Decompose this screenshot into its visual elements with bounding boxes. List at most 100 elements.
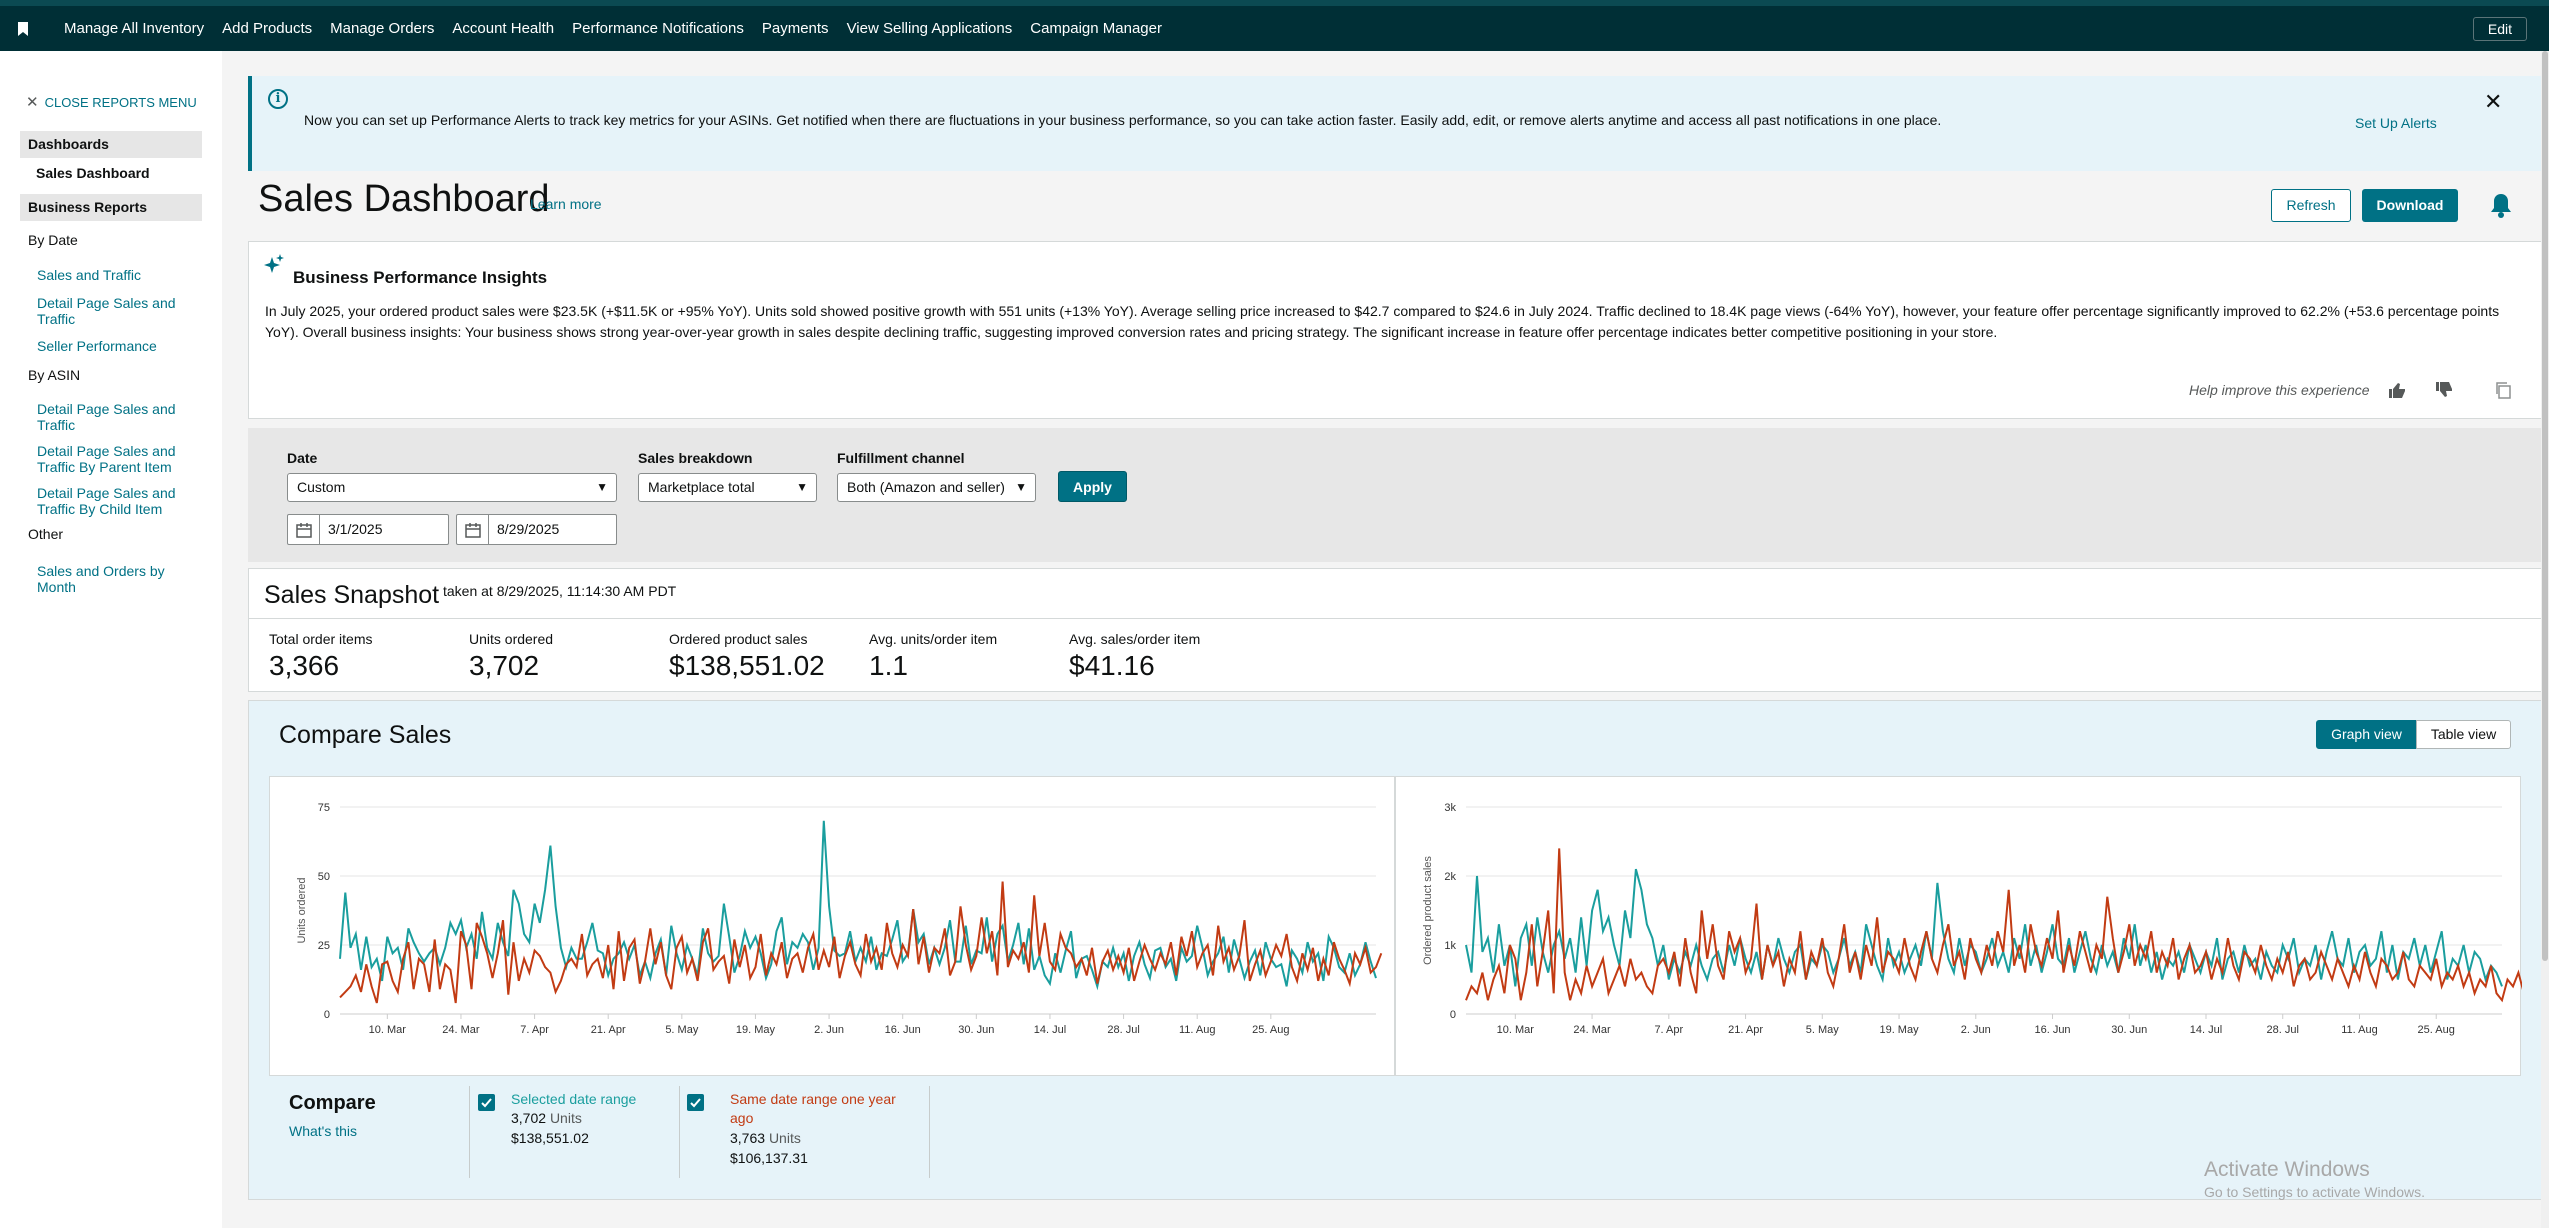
table-view-toggle[interactable]: Table view xyxy=(2416,720,2511,749)
units-ordered-chart-panel: 0 25 50 75 Units ordered 10. Mar 24. Mar 7. Apr… xyxy=(269,776,1395,1076)
compare-legend-title: Compare xyxy=(289,1092,376,1114)
prior-range-checkbox[interactable] xyxy=(687,1094,704,1111)
business-insights-card: Business Performance Insights In July 20… xyxy=(248,241,2543,419)
thumbs-up-icon[interactable] xyxy=(2388,381,2406,399)
calendar-icon[interactable] xyxy=(457,515,489,544)
sidebar-link-detail-page-sales-traffic[interactable]: Detail Page Sales and Traffic xyxy=(37,295,187,327)
metric-avg-units-per-order: Avg. units/order item 1.1 xyxy=(869,631,997,682)
sidebar-link-sales-orders-month[interactable]: Sales and Orders by Month xyxy=(37,563,187,595)
metric-total-order-items: Total order items 3,366 xyxy=(269,631,372,682)
x-tick-label: 21. Apr xyxy=(591,1024,626,1036)
fulfillment-channel-value: Both (Amazon and seller) xyxy=(847,479,1005,495)
set-up-alerts-link[interactable]: Set Up Alerts xyxy=(2355,115,2437,131)
y-tick-label: 0 xyxy=(1450,1009,1456,1021)
sidebar-link-asin-child-item[interactable]: Detail Page Sales and Traffic By Child I… xyxy=(37,485,187,517)
metric-avg-sales-per-order: Avg. sales/order item $41.16 xyxy=(1069,631,1200,682)
insights-body: In July 2025, your ordered product sales… xyxy=(265,303,2500,340)
nav-view-selling-applications[interactable]: View Selling Applications xyxy=(847,20,1013,37)
bookmark-icon[interactable] xyxy=(18,22,28,36)
thumbs-down-icon[interactable] xyxy=(2435,381,2453,399)
nav-manage-inventory[interactable]: Manage All Inventory xyxy=(64,20,204,37)
y-tick-label: 25 xyxy=(318,940,330,952)
units-word: Units xyxy=(768,1130,801,1146)
end-date-value: 8/29/2025 xyxy=(497,521,560,537)
sidebar-link-seller-performance[interactable]: Seller Performance xyxy=(37,338,187,354)
metric-value: 1.1 xyxy=(869,650,908,681)
sidebar-item-sales-dashboard[interactable]: Sales Dashboard xyxy=(36,165,150,181)
y-tick-label: 75 xyxy=(318,802,330,814)
x-tick-label: 7. Apr xyxy=(1654,1024,1683,1036)
graph-view-toggle[interactable]: Graph view xyxy=(2316,720,2417,749)
close-reports-menu-label: CLOSE REPORTS MENU xyxy=(44,95,197,110)
help-improve-text: Help improve this experience xyxy=(2189,382,2370,398)
fulfillment-channel-select[interactable]: Both (Amazon and seller) ▼ xyxy=(837,473,1036,502)
date-filter-label: Date xyxy=(287,450,318,466)
nav-performance-notifications[interactable]: Performance Notifications xyxy=(572,20,744,37)
sidebar-link-asin-parent-item[interactable]: Detail Page Sales and Traffic By Parent … xyxy=(37,443,187,475)
edit-nav-button[interactable]: Edit xyxy=(2472,17,2527,41)
sales-breakdown-value: Marketplace total xyxy=(648,479,755,495)
sidebar-group-by-date: By Date xyxy=(28,232,78,248)
x-tick-label: 21. Apr xyxy=(1728,1024,1763,1036)
y-tick-label: 1k xyxy=(1444,940,1456,952)
apply-button[interactable]: Apply xyxy=(1058,471,1127,502)
nav-payments[interactable]: Payments xyxy=(762,20,829,37)
snapshot-header: Sales Snapshot taken at 8/29/2025, 11:14… xyxy=(249,569,2542,619)
ordered-sales-chart-panel: 0 1k 2k 3k Ordered product sales 10. Mar 24. M… xyxy=(1395,776,2522,1076)
metric-label: Avg. sales/order item xyxy=(1069,631,1201,647)
whats-this-link[interactable]: What's this xyxy=(289,1123,357,1139)
x-tick-label: 10. Mar xyxy=(1497,1024,1535,1036)
nav-account-health[interactable]: Account Health xyxy=(452,20,554,37)
x-tick-label: 30. Jun xyxy=(2111,1024,2147,1036)
nav-manage-orders[interactable]: Manage Orders xyxy=(330,20,434,37)
info-icon: i xyxy=(268,89,288,109)
selected-range-units: 3,702 Units xyxy=(511,1110,582,1126)
refresh-button[interactable]: Refresh xyxy=(2271,189,2351,222)
scrollbar-thumb[interactable] xyxy=(2542,51,2548,961)
x-tick-label: 28. Jul xyxy=(1107,1024,1139,1036)
metric-value: $41.16 xyxy=(1069,650,1155,681)
learn-more-link[interactable]: Learn more xyxy=(530,196,602,212)
selected-range-checkbox[interactable] xyxy=(478,1094,495,1111)
performance-alert-banner: i Now you can set up Performance Alerts … xyxy=(248,76,2543,171)
insights-title: Business Performance Insights xyxy=(293,268,548,287)
x-tick-label: 24. Mar xyxy=(1573,1024,1611,1036)
download-button[interactable]: Download xyxy=(2362,189,2458,222)
x-tick-label: 28. Jul xyxy=(2267,1024,2299,1036)
series-line-selected xyxy=(1465,868,2503,987)
sidebar-link-asin-detail-page[interactable]: Detail Page Sales and Traffic xyxy=(37,401,187,433)
compare-sales-card: Compare Sales Graph view Table view 0 25 5… xyxy=(248,700,2543,1200)
units-word: Units xyxy=(549,1110,582,1126)
close-icon: ✕ xyxy=(26,94,39,111)
x-tick-label: 24. Mar xyxy=(442,1024,480,1036)
sales-breakdown-select[interactable]: Marketplace total ▼ xyxy=(638,473,817,502)
end-date-field[interactable]: 8/29/2025 xyxy=(456,514,617,545)
divider xyxy=(929,1086,930,1178)
top-navigation-bar: Manage All Inventory Add Products Manage… xyxy=(0,0,2549,51)
date-range-value: Custom xyxy=(297,479,346,495)
activate-windows-watermark: Activate Windows xyxy=(2204,1158,2370,1181)
selected-units-value: 3,702 xyxy=(511,1110,547,1126)
prior-range-units: 3,763 Units xyxy=(730,1130,801,1146)
x-tick-label: 30. Jun xyxy=(958,1024,994,1036)
start-date-field[interactable]: 3/1/2025 xyxy=(287,514,449,545)
x-tick-label: 16. Jun xyxy=(885,1024,921,1036)
close-reports-menu-link[interactable]: ✕ CLOSE REPORTS MENU xyxy=(26,93,197,111)
sidebar-link-sales-and-traffic[interactable]: Sales and Traffic xyxy=(37,267,187,283)
calendar-icon[interactable] xyxy=(288,515,320,544)
y-tick-label: 2k xyxy=(1444,871,1456,883)
selected-range-sales: $138,551.02 xyxy=(511,1130,589,1146)
top-nav-menu: Manage All Inventory Add Products Manage… xyxy=(64,20,1162,37)
date-range-select[interactable]: Custom ▼ xyxy=(287,473,617,502)
sidebar-group-other: Other xyxy=(28,526,64,542)
x-tick-label: 2. Jun xyxy=(1961,1024,1991,1036)
close-icon[interactable]: ✕ xyxy=(2484,89,2502,115)
bell-icon[interactable] xyxy=(2490,192,2512,218)
copy-icon[interactable] xyxy=(2494,381,2512,399)
x-tick-label: 11. Aug xyxy=(2341,1024,2378,1036)
nav-campaign-manager[interactable]: Campaign Manager xyxy=(1030,20,1162,37)
metric-value: 3,702 xyxy=(469,650,540,681)
nav-add-products[interactable]: Add Products xyxy=(222,20,312,37)
prior-range-label: Same date range one year ago xyxy=(730,1091,896,1126)
page-scrollbar[interactable] xyxy=(2541,51,2549,1228)
